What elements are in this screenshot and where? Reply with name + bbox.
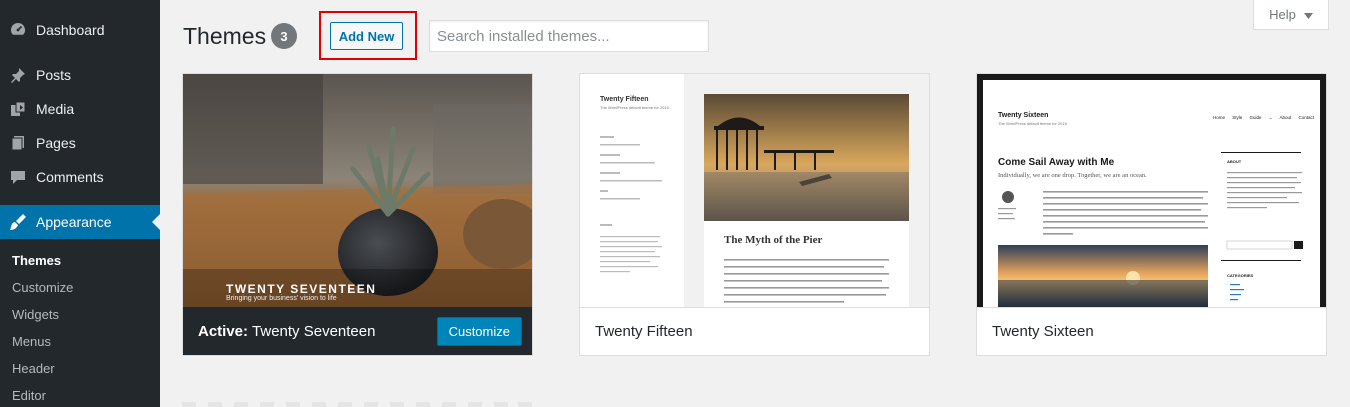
menu-item-label: Pages	[36, 135, 76, 151]
placeholder-dash	[286, 402, 300, 407]
menu-item-label: Dashboard	[36, 22, 105, 38]
media-icon	[0, 100, 36, 118]
menu-item-posts[interactable]: Posts	[0, 58, 160, 92]
screenshot-content: The Myth of the Pier	[684, 74, 929, 307]
active-label: Active:	[198, 322, 249, 340]
theme-card-twenty-fifteen[interactable]: Twenty Fifteen The WordPress default the…	[579, 73, 930, 356]
screenshot-frame: Twenty Sixteen The WordPress default the…	[977, 74, 1326, 307]
theme-name-bar: Twenty Sixteen	[977, 307, 1326, 355]
placeholder-dash	[182, 402, 196, 407]
theme-card-twenty-sixteen[interactable]: Twenty Sixteen The WordPress default the…	[976, 73, 1327, 356]
theme-screenshot[interactable]: Twenty Fifteen The WordPress default the…	[580, 74, 929, 307]
submenu-item-widgets[interactable]: Widgets	[12, 307, 59, 322]
current-menu-arrow	[152, 214, 160, 230]
help-tab-button[interactable]: Help	[1253, 0, 1329, 30]
menu-item-pages[interactable]: Pages	[0, 126, 160, 160]
theme-screenshot[interactable]: TWENTY SEVENTEEN Bringing your business'…	[183, 74, 532, 307]
customize-button[interactable]: Customize	[436, 317, 522, 346]
theme-card-twenty-seventeen[interactable]: TWENTY SEVENTEEN Bringing your business'…	[182, 73, 533, 356]
screenshot-page: Twenty Sixteen The WordPress default the…	[983, 80, 1320, 307]
placeholder-dash	[442, 402, 456, 407]
add-new-button[interactable]: Add New	[330, 22, 403, 50]
menu-item-label: Media	[36, 101, 75, 117]
menu-item-comments[interactable]: Comments	[0, 160, 160, 194]
placeholder-dash	[416, 402, 430, 407]
placeholder-dash	[338, 402, 352, 407]
submenu-item-header[interactable]: Header	[12, 361, 55, 376]
screenshot-post: The Myth of the Pier	[704, 94, 909, 307]
pushpin-icon	[0, 66, 36, 84]
menu-item-label: Appearance	[36, 214, 112, 230]
menu-item-appearance[interactable]: Appearance	[0, 205, 160, 239]
theme-name: Twenty Sixteen	[992, 323, 1094, 340]
pages-icon	[0, 134, 36, 152]
placeholder-dash	[260, 402, 274, 407]
page-title: Themes	[183, 23, 267, 49]
placeholder-dash	[208, 402, 222, 407]
theme-name-bar: Active: Twenty Seventeen Customize	[183, 307, 532, 355]
submenu-item-customize[interactable]: Customize	[12, 280, 73, 295]
theme-name-bar: Twenty Fifteen	[580, 307, 929, 355]
placeholder-dash	[312, 402, 326, 407]
menu-item-label: Comments	[36, 169, 104, 185]
dashboard-icon	[0, 21, 36, 39]
admin-sidebar: Dashboard Posts Media Pages Comments App…	[0, 0, 160, 407]
placeholder-dash	[390, 402, 404, 407]
menu-item-media[interactable]: Media	[0, 92, 160, 126]
placeholder-dash	[234, 402, 248, 407]
paintbrush-icon	[0, 213, 36, 231]
search-input[interactable]	[429, 20, 709, 52]
submenu-item-themes[interactable]: Themes	[12, 253, 61, 268]
screenshot-tagline: Bringing your business' vision to life	[226, 295, 337, 302]
placeholder-dash	[468, 402, 482, 407]
screenshot-sidebar: Twenty Fifteen The WordPress default the…	[580, 74, 684, 307]
placeholder-dash	[518, 402, 532, 407]
screenshot-site-title: TWENTY SEVENTEEN	[226, 282, 377, 296]
theme-screenshot[interactable]: Twenty Sixteen The WordPress default the…	[977, 74, 1326, 307]
theme-count-badge: 3	[271, 23, 297, 49]
theme-name: Twenty Seventeen	[252, 322, 376, 340]
placeholder-dash	[364, 402, 378, 407]
submenu-item-editor[interactable]: Editor	[12, 388, 46, 403]
caret-down-icon	[1303, 7, 1313, 22]
comment-icon	[0, 168, 36, 186]
placeholder-dash	[494, 402, 508, 407]
menu-item-label: Posts	[36, 67, 72, 83]
submenu-item-menus[interactable]: Menus	[12, 334, 51, 349]
menu-item-dashboard[interactable]: Dashboard	[0, 13, 160, 47]
theme-name: Twenty Fifteen	[595, 323, 693, 340]
help-label: Help	[1269, 7, 1296, 22]
